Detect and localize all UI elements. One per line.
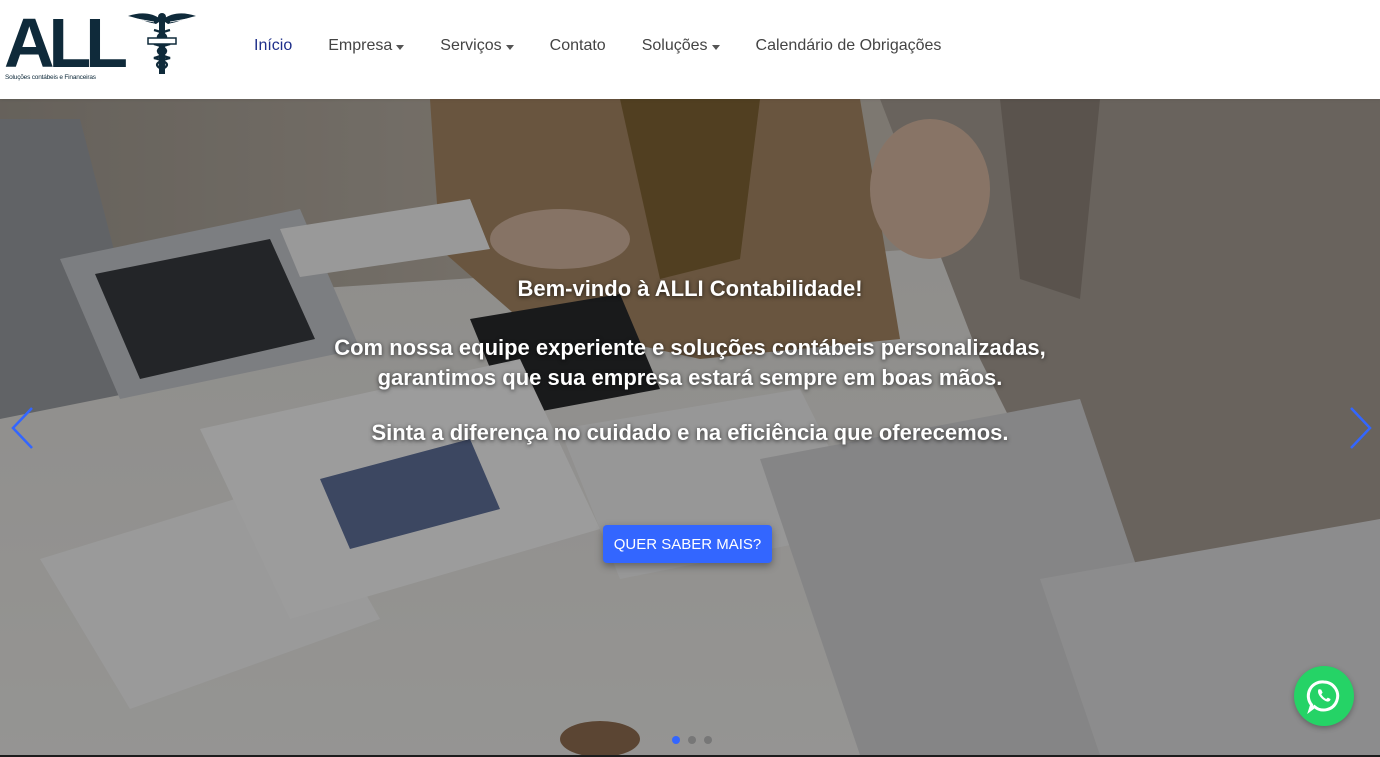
whatsapp-icon (1306, 680, 1340, 714)
nav-label: Empresa (328, 37, 393, 54)
nav-label: Início (254, 37, 293, 54)
nav-label: Soluções (641, 37, 708, 54)
nav-label: Calendário de Obrigações (755, 37, 942, 54)
navbar: ALL Soluções contábeis e Financeiras Iní… (0, 0, 1380, 99)
nav-item-solucoes[interactable]: Soluções (642, 37, 720, 55)
caret-down-icon (505, 44, 514, 50)
caret-down-icon (396, 44, 405, 50)
caret-down-icon (711, 44, 720, 50)
carousel-next-button[interactable] (1345, 404, 1375, 452)
nav-item-contato[interactable]: Contato (550, 37, 606, 55)
chevron-left-icon (11, 407, 33, 449)
brand-logo[interactable]: ALL Soluções contábeis e Financeiras (4, 4, 196, 84)
hero-text: Com nossa equipe experiente e soluções c… (0, 333, 1380, 393)
carousel-prev-button[interactable] (8, 404, 38, 452)
hero-carousel: Bem-vindo à ALLI Contabilidade! Com noss… (0, 99, 1380, 755)
nav-item-servicos[interactable]: Serviços (440, 37, 514, 55)
logo-wordmark: ALL (4, 4, 128, 82)
carousel-dot-2[interactable] (688, 736, 696, 744)
chevron-right-icon (1350, 407, 1372, 449)
carousel-indicators (672, 736, 712, 744)
nav-item-empresa[interactable]: Empresa (328, 37, 405, 55)
carousel-dot-3[interactable] (704, 736, 712, 744)
main-nav: Início Empresa Serviços Contato Soluções… (254, 0, 977, 92)
whatsapp-button[interactable] (1294, 666, 1354, 726)
nav-label: Serviços (440, 37, 502, 54)
hero-text-line-1: Com nossa equipe experiente e soluções c… (334, 335, 1046, 360)
nav-item-inicio[interactable]: Início (254, 37, 292, 55)
hero-text-line-2: garantimos que sua empresa estará sempre… (377, 365, 1003, 390)
caduceus-icon (128, 13, 196, 74)
cta-button[interactable]: QUER SABER MAIS? (603, 525, 772, 563)
logo-tagline: Soluções contábeis e Financeiras (5, 74, 96, 81)
nav-label: Contato (549, 37, 606, 54)
hero-title: Bem-vindo à ALLI Contabilidade! (517, 276, 863, 301)
nav-item-calendario[interactable]: Calendário de Obrigações (756, 37, 942, 55)
carousel-dot-1[interactable] (672, 736, 680, 744)
hero-tagline: Sinta a diferença no cuidado e na eficiê… (371, 420, 1009, 445)
